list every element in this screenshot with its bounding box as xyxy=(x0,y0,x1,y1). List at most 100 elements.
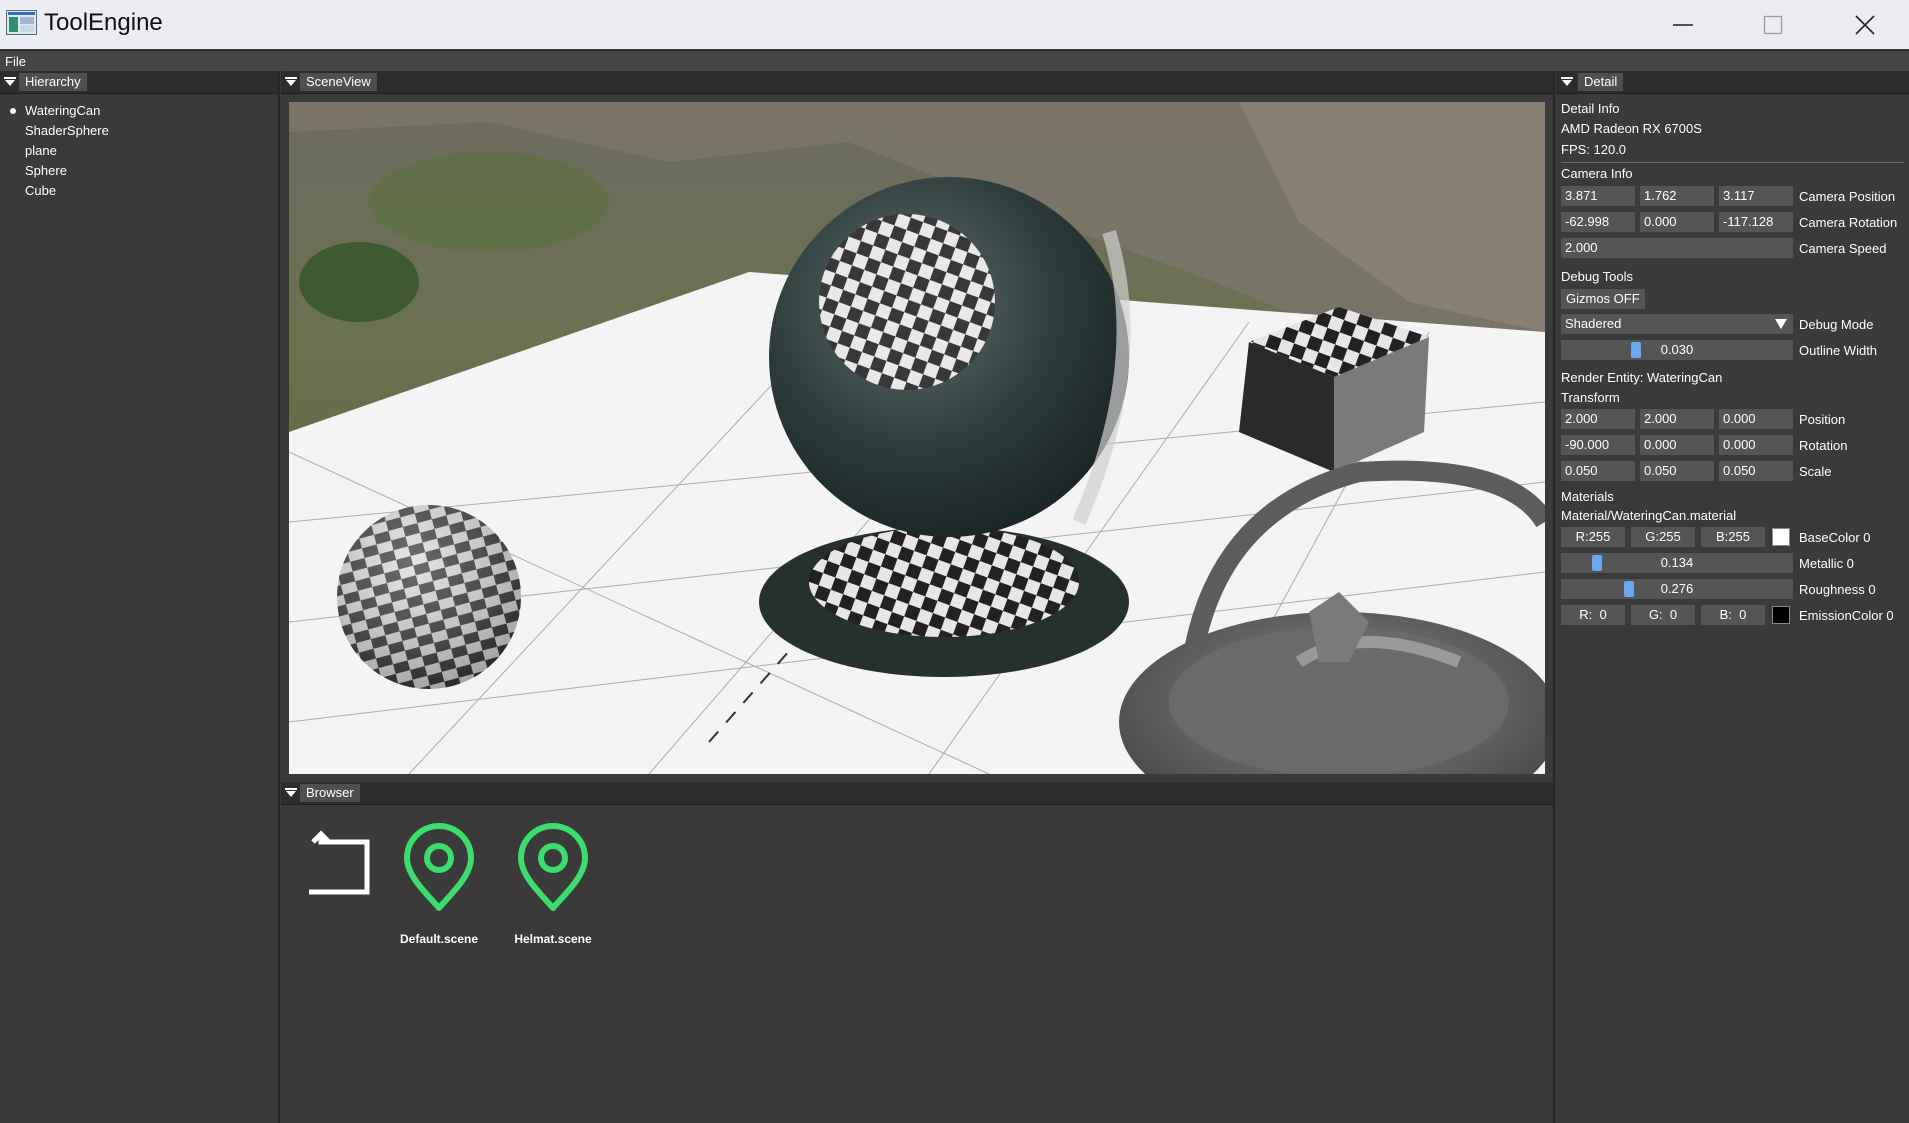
scale-x[interactable]: 0.050 xyxy=(1561,461,1635,481)
roughness-value: 0.276 xyxy=(1660,581,1694,596)
detail-info-heading: Detail Info xyxy=(1561,101,1620,116)
base-color-r[interactable]: R:255 xyxy=(1561,527,1625,547)
debug-mode-label: Debug Mode xyxy=(1799,317,1874,332)
camera-position-y[interactable]: 1.762 xyxy=(1640,186,1714,206)
emission-color-label: EmissionColor 0 xyxy=(1799,608,1894,623)
camera-rotation-z[interactable]: -117.128 xyxy=(1719,212,1793,232)
position-y[interactable]: 2.000 xyxy=(1640,409,1714,429)
browser-item-default-scene[interactable]: Default.scene xyxy=(399,822,479,962)
close-icon xyxy=(1855,14,1875,35)
hierarchy-header: Hierarchy xyxy=(0,71,278,94)
browser-panel: Browser Default.scene Helmat.scene xyxy=(281,782,1553,1123)
scene-render-image xyxy=(289,102,1545,774)
tab-hierarchy[interactable]: Hierarchy xyxy=(19,73,87,91)
hierarchy-item-label: plane xyxy=(25,143,57,158)
emission-color-g[interactable]: G: 0 xyxy=(1631,605,1695,625)
camera-rotation-y[interactable]: 0.000 xyxy=(1640,212,1714,232)
dropdown-arrow-icon xyxy=(1775,319,1787,329)
hierarchy-item-plane[interactable]: plane xyxy=(0,141,109,161)
scene-view-header: SceneView xyxy=(281,71,1553,94)
materials-heading: Materials xyxy=(1561,489,1614,504)
position-z[interactable]: 0.000 xyxy=(1719,409,1793,429)
camera-speed-field[interactable]: 2.000 xyxy=(1561,238,1793,258)
emission-color-r[interactable]: R: 0 xyxy=(1561,605,1625,625)
fps-readout: FPS: 120.0 xyxy=(1561,142,1627,157)
rotation-label: Rotation xyxy=(1799,438,1848,453)
scale-y[interactable]: 0.050 xyxy=(1640,461,1714,481)
base-color-b[interactable]: B:255 xyxy=(1701,527,1765,547)
hierarchy-item-wateringcan[interactable]: WateringCan xyxy=(0,101,109,121)
selected-bullet-icon xyxy=(10,108,16,114)
camera-position-z[interactable]: 3.117 xyxy=(1719,186,1793,206)
panel-divider[interactable] xyxy=(278,71,280,1123)
rotation-z[interactable]: 0.000 xyxy=(1719,435,1793,455)
metallic-slider[interactable]: 0.134 xyxy=(1561,553,1793,573)
hierarchy-list: WateringCan ShaderSphere plane Sphere Cu… xyxy=(0,101,109,201)
scene-view-panel: SceneView xyxy=(281,71,1553,777)
hierarchy-item-label: Cube xyxy=(25,183,57,198)
collapse-icon[interactable] xyxy=(285,77,297,87)
maximize-button[interactable] xyxy=(1727,0,1819,49)
back-arrow-icon xyxy=(309,830,370,895)
collapse-icon[interactable] xyxy=(1561,77,1573,87)
browser-item-label: Helmat.scene xyxy=(514,932,592,946)
detail-header: Detail xyxy=(1556,71,1909,94)
collapse-icon[interactable] xyxy=(4,77,16,87)
emission-color-b[interactable]: B: 0 xyxy=(1701,605,1765,625)
base-color-label: BaseColor 0 xyxy=(1799,530,1871,545)
outline-width-slider[interactable]: 0.030 xyxy=(1561,340,1793,360)
position-label: Position xyxy=(1799,412,1846,427)
menu-file[interactable]: File xyxy=(5,54,26,69)
minimize-icon xyxy=(1673,23,1693,26)
window-title: ToolEngine xyxy=(44,9,163,36)
outline-width-value: 0.030 xyxy=(1660,342,1694,357)
hierarchy-item-label: Sphere xyxy=(25,163,67,178)
rotation-y[interactable]: 0.000 xyxy=(1640,435,1714,455)
camera-position-label: Camera Position xyxy=(1799,189,1896,204)
panel-divider[interactable] xyxy=(1553,71,1555,1123)
tab-browser[interactable]: Browser xyxy=(300,784,360,802)
debug-mode-select[interactable]: Shadered xyxy=(1561,314,1793,334)
browser-item-label: Default.scene xyxy=(399,932,479,946)
position-x[interactable]: 2.000 xyxy=(1561,409,1635,429)
scale-z[interactable]: 0.050 xyxy=(1719,461,1793,481)
collapse-icon[interactable] xyxy=(285,788,297,798)
scale-label: Scale xyxy=(1799,464,1832,479)
metallic-value: 0.134 xyxy=(1660,555,1694,570)
gizmos-toggle-button[interactable]: Gizmos OFF xyxy=(1561,289,1645,309)
base-color-g[interactable]: G:255 xyxy=(1631,527,1695,547)
camera-position-x[interactable]: 3.871 xyxy=(1561,186,1635,206)
tab-detail[interactable]: Detail xyxy=(1578,73,1624,91)
scene-viewport[interactable] xyxy=(289,102,1545,774)
browser-header: Browser xyxy=(281,782,1553,805)
map-pin-icon xyxy=(404,823,474,911)
hierarchy-item-sphere[interactable]: Sphere xyxy=(0,161,109,181)
debug-mode-value: Shadered xyxy=(1565,316,1622,331)
hierarchy-item-label: ShaderSphere xyxy=(25,123,109,138)
hierarchy-panel: Hierarchy WateringCan ShaderSphere plane… xyxy=(0,71,278,1123)
browser-item-helmat-scene[interactable]: Helmat.scene xyxy=(513,822,593,962)
menu-bar: File xyxy=(0,50,1909,71)
maximize-icon xyxy=(1763,15,1783,34)
metallic-label: Metallic 0 xyxy=(1799,556,1854,571)
render-entity-heading: Render Entity: WateringCan xyxy=(1561,370,1723,385)
roughness-slider[interactable]: 0.276 xyxy=(1561,579,1793,599)
browser-back-item[interactable] xyxy=(301,822,381,922)
tab-sceneview[interactable]: SceneView xyxy=(300,73,377,91)
transform-heading: Transform xyxy=(1561,390,1620,405)
camera-info-heading: Camera Info xyxy=(1561,166,1633,181)
emission-color-swatch[interactable] xyxy=(1772,606,1790,624)
divider xyxy=(1561,162,1904,163)
camera-speed-label: Camera Speed xyxy=(1799,241,1887,256)
hierarchy-item-shadersphere[interactable]: ShaderSphere xyxy=(0,121,109,141)
app-icon xyxy=(6,10,37,35)
minimize-button[interactable] xyxy=(1637,0,1729,49)
gpu-name: AMD Radeon RX 6700S xyxy=(1561,121,1702,136)
hierarchy-item-cube[interactable]: Cube xyxy=(0,181,109,201)
material-path: Material/WateringCan.material xyxy=(1561,508,1737,523)
camera-rotation-x[interactable]: -62.998 xyxy=(1561,212,1635,232)
close-button[interactable] xyxy=(1819,0,1909,49)
hierarchy-item-label: WateringCan xyxy=(25,103,101,118)
rotation-x[interactable]: -90.000 xyxy=(1561,435,1635,455)
base-color-swatch[interactable] xyxy=(1772,528,1790,546)
